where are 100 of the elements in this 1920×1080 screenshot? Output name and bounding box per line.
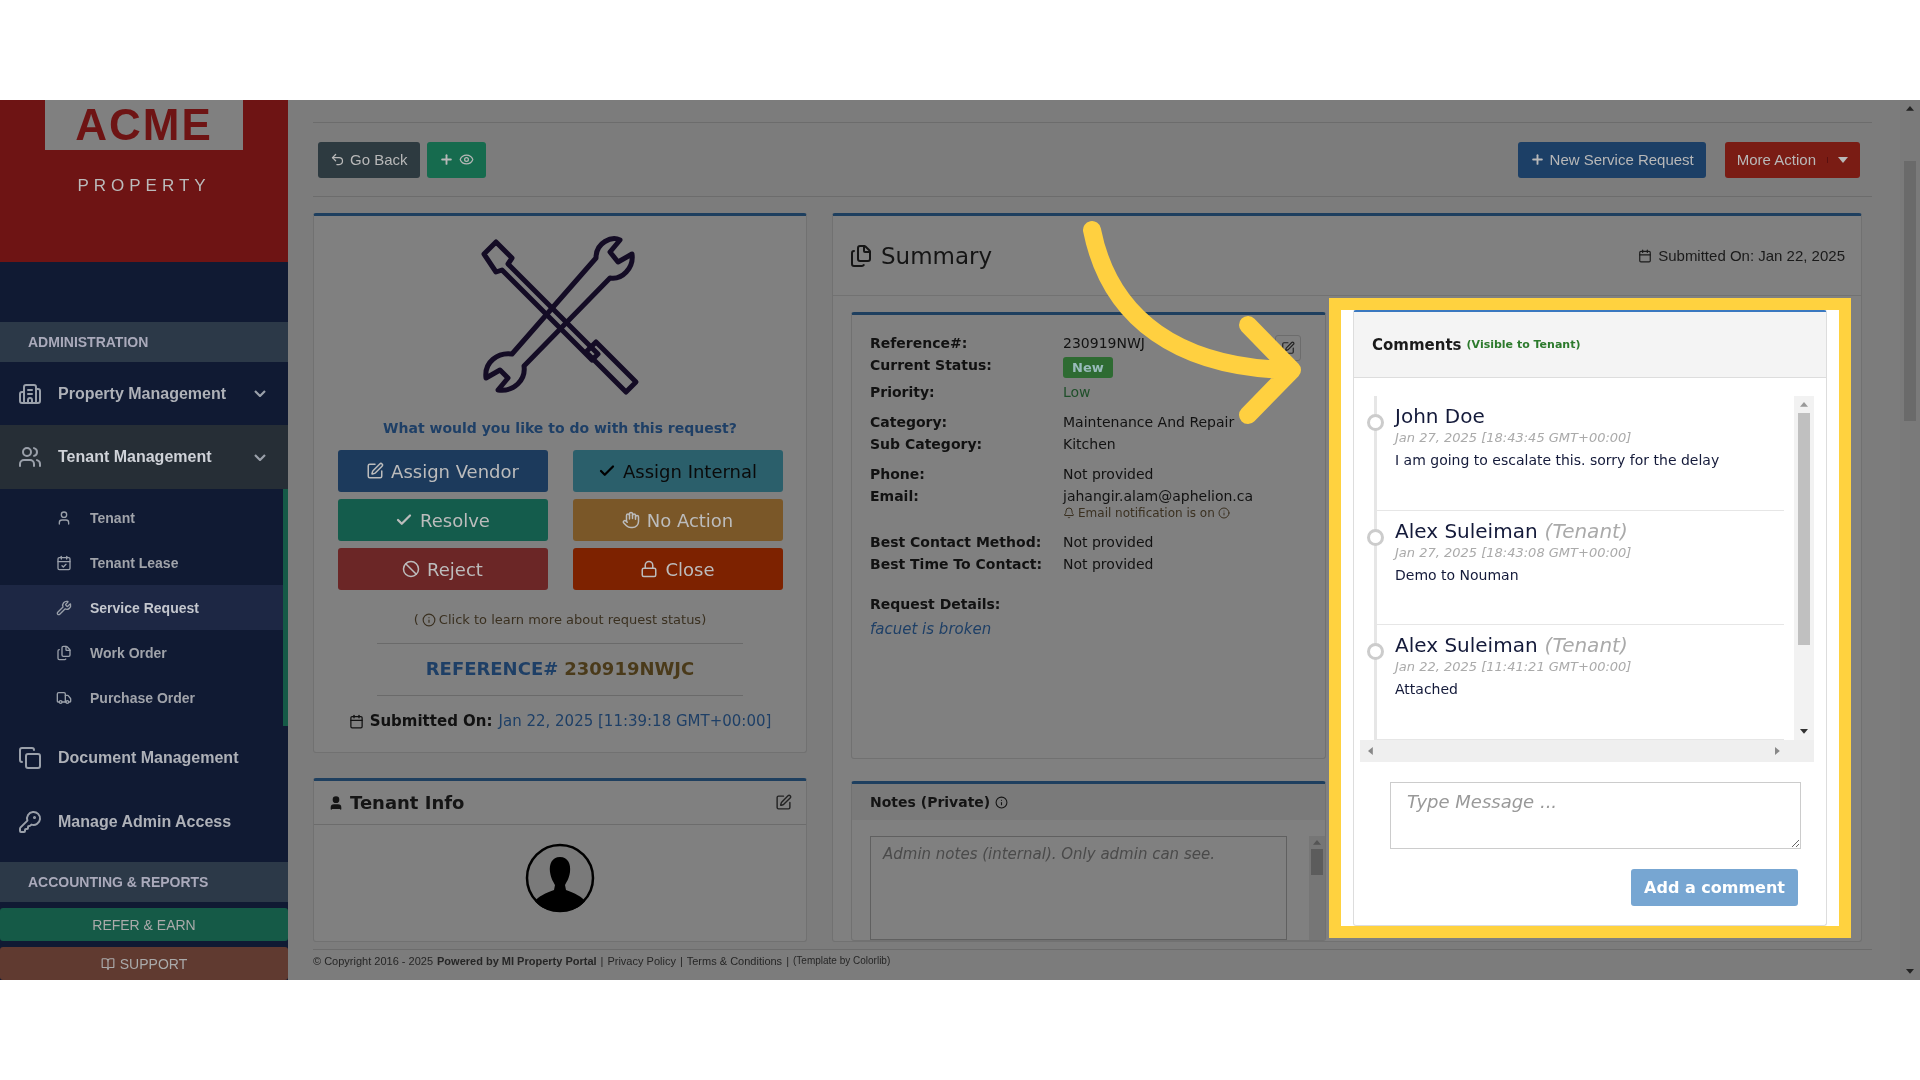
comment-text: Attached — [1395, 681, 1459, 698]
reference-number: 230919NWJC — [564, 658, 695, 679]
edit-icon[interactable] — [775, 794, 792, 811]
comment-time: Jan 22, 2025 [11:41:21 GMT+00:00] — [1395, 659, 1633, 675]
comment-author: Alex Suleiman — [1395, 518, 1538, 543]
comment-text: I am going to escalate this. sorry for the delay — [1395, 452, 1721, 468]
summary-submitted: Submitted On: Jan 22, 2025 — [1658, 247, 1845, 264]
subitem-icon — [56, 554, 72, 571]
visibility-note: (Visible to Tenant) — [1466, 338, 1581, 351]
edit-icon — [366, 462, 385, 480]
sidebar-button[interactable]: REFER & EARN — [0, 908, 288, 942]
avatar-silhouette — [525, 843, 595, 913]
detail-value: Not provided — [1063, 556, 1154, 572]
status-hint-link[interactable]: ( Click to learn more about request status) — [413, 612, 707, 627]
add-view-button[interactable] — [426, 141, 486, 178]
detail-label: Reference#: — [870, 335, 969, 351]
separator: | — [786, 954, 789, 967]
sidebar-subitem[interactable]: Tenant — [0, 495, 283, 541]
scroll-down-icon[interactable] — [1800, 729, 1808, 734]
logo-tagline: PROPERTY — [77, 176, 211, 196]
plus-icon — [1529, 152, 1545, 167]
detail-label: Request Details: — [870, 596, 1002, 612]
detail-value: Not provided — [1063, 466, 1154, 482]
sidebar-item[interactable]: Manage Admin Access — [0, 790, 288, 855]
separator: | — [679, 954, 683, 967]
nav-icon — [18, 810, 42, 835]
scroll-right-icon[interactable] — [1775, 747, 1780, 755]
calendar-icon — [1638, 248, 1653, 263]
toolbar-button[interactable]: New Service Request — [1517, 141, 1706, 178]
action-button[interactable]: Assign Vendor — [337, 450, 548, 492]
bell-icon — [1063, 507, 1075, 519]
footer-link[interactable]: Terms & Conditions — [686, 954, 783, 967]
comment-text: Demo to Nouman — [1395, 566, 1520, 583]
scroll-up-icon[interactable] — [1313, 840, 1321, 845]
ban-icon — [402, 560, 421, 578]
info-icon — [995, 795, 1009, 809]
notes-title: Notes (Private) — [870, 794, 991, 810]
sidebar-subitem[interactable]: Purchase Order — [0, 675, 283, 721]
sidebar-button[interactable]: SUPPORT — [0, 947, 288, 980]
hand-icon — [621, 511, 640, 529]
detail-value: Kitchen — [1063, 436, 1116, 452]
summary-title: Summary — [881, 242, 994, 269]
scroll-thumb[interactable] — [1311, 848, 1323, 875]
info-icon — [421, 612, 436, 627]
sidebar-subitem[interactable]: Service Request — [0, 585, 283, 631]
action-button[interactable]: Resolve — [337, 499, 548, 541]
subitem-icon — [56, 509, 72, 526]
detail-label: Best Contact Method: — [870, 534, 1043, 550]
book-icon — [100, 956, 115, 971]
caret-icon[interactable] — [1838, 156, 1848, 163]
documents-icon — [849, 243, 873, 268]
detail-label: Email: — [870, 488, 920, 506]
toolbar-button[interactable]: More Action — [1724, 141, 1860, 178]
subitem-icon — [56, 644, 72, 661]
action-button[interactable]: Close — [572, 548, 783, 590]
logo-wordmark: ACME — [45, 100, 243, 150]
action-button[interactable]: No Action — [572, 499, 783, 541]
chevron-down-icon — [254, 390, 266, 398]
comment-author: John Doe — [1395, 404, 1485, 428]
notification-note: Email notification is on — [1078, 506, 1215, 520]
scroll-up-icon[interactable] — [1906, 106, 1914, 111]
nav-icon — [18, 381, 42, 406]
reference-label: REFERENCE# — [425, 658, 559, 679]
section-heading: ADMINISTRATION — [0, 321, 288, 362]
detail-label: Phone: — [870, 466, 926, 482]
sidebar-subitem[interactable]: Tenant Lease — [0, 540, 283, 586]
detail-label: Current Status: — [870, 357, 993, 375]
request-details: facuet is broken — [870, 620, 993, 638]
sidebar-item[interactable]: Tenant Management — [0, 425, 288, 490]
detail-value: jahangir.alam@aphelion.ca — [1063, 488, 1254, 504]
powered-by-text: Powered by MI Property Portal — [437, 954, 597, 967]
subitem-icon — [56, 599, 72, 616]
footer-link[interactable]: Privacy Policy — [607, 954, 676, 967]
scroll-up-icon[interactable] — [1800, 402, 1808, 407]
action-button[interactable]: Reject — [337, 548, 548, 590]
author-role: (Tenant) — [1544, 633, 1628, 658]
detail-label: Category: — [870, 414, 949, 430]
back-button[interactable]: Go Back — [318, 141, 420, 178]
info-icon — [1217, 507, 1230, 519]
nav-icon — [18, 445, 42, 470]
submitted-label: Submitted On: — [369, 712, 493, 730]
section-heading: ACCOUNTING & REPORTS — [0, 862, 288, 903]
message-field[interactable]: Type Message ... — [1390, 782, 1801, 849]
detail-label: Sub Category: — [870, 436, 984, 452]
comment-time: Jan 27, 2025 [18:43:08 GMT+00:00] — [1395, 544, 1633, 560]
scroll-left-icon[interactable] — [1368, 747, 1373, 755]
calendar-icon — [348, 713, 364, 729]
undo-icon — [330, 152, 345, 167]
sidebar-subitem[interactable]: Work Order — [0, 630, 283, 676]
plus-icon — [438, 152, 454, 167]
action-question: What would you like to do with this request? — [383, 420, 737, 436]
sidebar-item[interactable]: Property Management — [0, 361, 288, 426]
subitem-icon — [56, 689, 72, 706]
sidebar-item[interactable]: Document Management — [0, 726, 288, 791]
detail-label: Best Time To Contact: — [870, 556, 1044, 572]
comment-author: Alex Suleiman — [1395, 633, 1538, 658]
scroll-thumb[interactable] — [1798, 412, 1810, 645]
comments-title: Comments — [1372, 335, 1462, 354]
nav-icon — [18, 746, 42, 771]
card-title: Tenant Info — [350, 792, 466, 813]
